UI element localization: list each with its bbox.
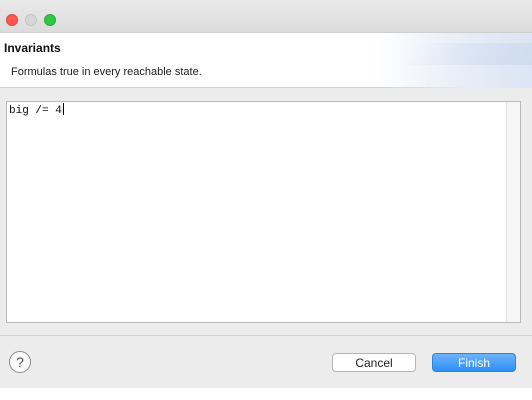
text-caret — [62, 103, 64, 115]
page-title: Invariants — [4, 41, 61, 55]
content-area: big /= 4 — [0, 89, 532, 335]
vertical-scrollbar[interactable] — [506, 102, 520, 322]
header-banner-graphic — [372, 33, 532, 88]
zoom-window-button[interactable] — [44, 14, 56, 26]
finish-button[interactable]: Finish — [432, 353, 516, 372]
cancel-button[interactable]: Cancel — [332, 353, 416, 372]
window-shadow-area — [0, 388, 532, 400]
formula-text[interactable]: big /= 4 — [9, 103, 64, 117]
button-bar: ? Cancel Finish — [0, 335, 532, 388]
close-window-button[interactable] — [6, 14, 18, 26]
formula-editor[interactable]: big /= 4 — [6, 101, 521, 323]
formula-value[interactable]: big /= 4 — [9, 105, 62, 117]
wizard-header: Invariants Formulas true in every reacha… — [0, 33, 532, 88]
help-icon: ? — [16, 354, 24, 370]
dialog-window: Invariants Formulas true in every reacha… — [0, 0, 532, 388]
help-button[interactable]: ? — [9, 351, 31, 373]
page-description: Formulas true in every reachable state. — [11, 66, 202, 78]
minimize-window-button — [25, 14, 37, 26]
title-bar[interactable] — [0, 0, 532, 33]
